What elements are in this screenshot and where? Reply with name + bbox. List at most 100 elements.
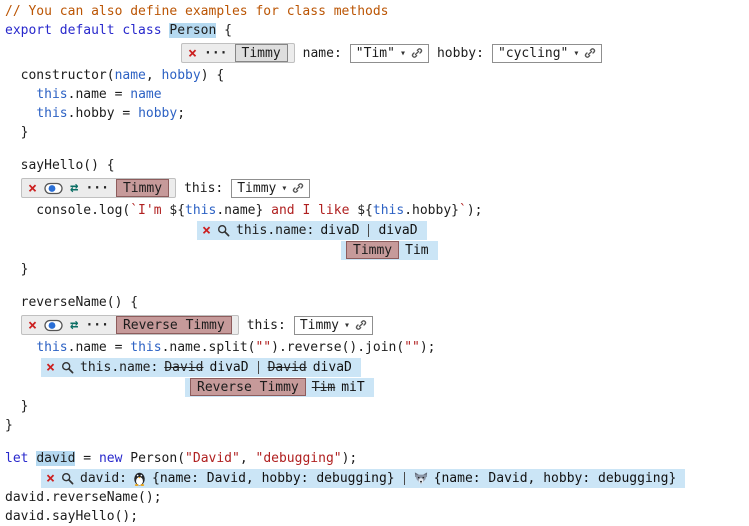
inline-inspection-row: ×david:{name: David, hobby: debugging}{n… [5, 468, 749, 488]
param-value-dropdown[interactable]: "Tim" ▾ [350, 44, 429, 63]
inline-inspection-row: ×this.name:divaDdivaD [5, 220, 749, 240]
code-token: this [185, 203, 216, 218]
code-token: name [115, 68, 146, 83]
code-line: console.log(`I'm ${this.name} and I like… [5, 201, 749, 220]
code-line: david.reverseName(); [5, 488, 749, 507]
previous-value: David [164, 360, 203, 375]
code-token: Person( [122, 451, 185, 466]
chevron-down-icon: ▾ [400, 48, 406, 59]
code-line: constructor(name, hobby) { [5, 66, 749, 85]
remove-example-button[interactable]: × [28, 318, 37, 333]
divider [368, 224, 369, 237]
param-label: name: [303, 46, 342, 61]
code-token: name [130, 87, 161, 102]
current-value: divaD [209, 360, 248, 375]
close-annotation-button[interactable]: × [202, 223, 211, 238]
dropdown-value: "Tim" [356, 46, 395, 61]
code-token: ; [177, 106, 185, 121]
code-token: console.log( [5, 203, 130, 218]
code-token: ) { [201, 68, 224, 83]
code-token: ` [459, 203, 467, 218]
code-line: this.name = this.name.split("").reverse(… [5, 338, 749, 357]
code-token: ${ [357, 203, 373, 218]
code-token: "David" [185, 451, 240, 466]
code-token: } [5, 399, 28, 414]
code-token: "" [255, 340, 271, 355]
code-token: this [36, 340, 67, 355]
code-line: this.name = name [5, 85, 749, 104]
code-token: "debugging" [256, 451, 342, 466]
rerun-example-button[interactable]: ⇄ [70, 318, 78, 332]
close-annotation-button[interactable]: × [46, 360, 55, 375]
magnifier-icon[interactable] [61, 361, 74, 374]
rerun-example-button[interactable]: ⇄ [70, 181, 78, 195]
code-token: and I like [263, 203, 357, 218]
magnifier-icon[interactable] [217, 224, 230, 237]
this-value-dropdown[interactable]: Timmy▾ [231, 179, 310, 198]
example-name-chip[interactable]: Timmy [116, 179, 169, 197]
chevron-down-icon: ▾ [344, 320, 350, 331]
code-token: reverseName() { [5, 295, 138, 310]
code-token: david [36, 451, 75, 466]
enabled-toggle[interactable] [44, 182, 63, 195]
more-options-button[interactable]: ··· [85, 182, 108, 195]
code-editor[interactable]: { "colors": { "comment": "#bb5504", "key… [0, 0, 749, 516]
code-token: .name [216, 203, 255, 218]
class-example-widget: ×···Timmyname:"Tim"▾hobby:"cycling"▾ [5, 41, 749, 65]
current-value: Tim [405, 243, 428, 258]
code-line: david.sayHello(); [5, 507, 749, 526]
remove-example-button[interactable]: × [28, 181, 37, 196]
more-options-button[interactable]: ··· [204, 47, 227, 60]
example-name-chip[interactable]: Reverse Timmy [190, 378, 306, 396]
code-line: let david = new Person("David", "debuggi… [5, 449, 749, 468]
enabled-toggle[interactable] [44, 319, 63, 332]
link-icon[interactable] [584, 47, 596, 59]
link-icon[interactable] [355, 319, 367, 331]
current-value: divaD [378, 223, 417, 238]
example-name-chip[interactable]: Timmy [346, 241, 399, 259]
penguin-icon [133, 471, 146, 486]
wolf-icon [414, 472, 428, 485]
code-token: this [130, 340, 161, 355]
blank-line [5, 435, 749, 449]
this-label: this: [247, 318, 286, 333]
code-line: } [5, 397, 749, 416]
code-token: .name = [68, 87, 131, 102]
param-value-dropdown[interactable]: "cycling"▾ [492, 44, 602, 63]
code-token: ); [342, 451, 358, 466]
code-token [5, 340, 36, 355]
code-token: ); [467, 203, 483, 218]
value-annotation: ×this.name:divaDdivaD [197, 221, 427, 240]
code-token: export default class [5, 23, 169, 38]
link-icon[interactable] [411, 47, 423, 59]
blank-line [5, 279, 749, 293]
inspected-expression: this.name: [236, 223, 314, 238]
current-value: {name: David, hobby: debugging} [152, 471, 395, 486]
divider [258, 361, 259, 374]
code-token: hobby [138, 106, 177, 121]
current-value: divaD [313, 360, 352, 375]
code-token: david.reverseName(); [5, 490, 162, 505]
code-line: // You can also define examples for clas… [5, 2, 749, 21]
code-token: } [5, 418, 13, 433]
link-icon[interactable] [292, 182, 304, 194]
chevron-down-icon: ▾ [281, 183, 287, 194]
example-name-chip[interactable]: Timmy [235, 44, 288, 62]
close-annotation-button[interactable]: × [46, 471, 55, 486]
magnifier-icon[interactable] [61, 472, 74, 485]
this-label: this: [184, 181, 223, 196]
method-example-widget: × ⇄ ··· Reverse Timmy this: Timmy▾ [5, 313, 749, 337]
remove-example-button[interactable]: × [188, 46, 197, 61]
method-example-widget: × ⇄ ··· Timmy this: Timmy▾ [5, 176, 749, 200]
code-token: } [255, 203, 263, 218]
example-name-chip[interactable]: Reverse Timmy [116, 316, 232, 334]
more-options-button[interactable]: ··· [85, 319, 108, 332]
this-value-dropdown[interactable]: Timmy▾ [294, 316, 373, 335]
widget-toolbar: × ⇄ ··· Reverse Timmy [21, 315, 239, 335]
code-token: , [146, 68, 162, 83]
value-annotation: ×david:{name: David, hobby: debugging}{n… [41, 469, 685, 488]
code-token: Person [169, 23, 216, 38]
current-value: miT [341, 380, 364, 395]
code-token [5, 106, 36, 121]
previous-value: David [268, 360, 307, 375]
